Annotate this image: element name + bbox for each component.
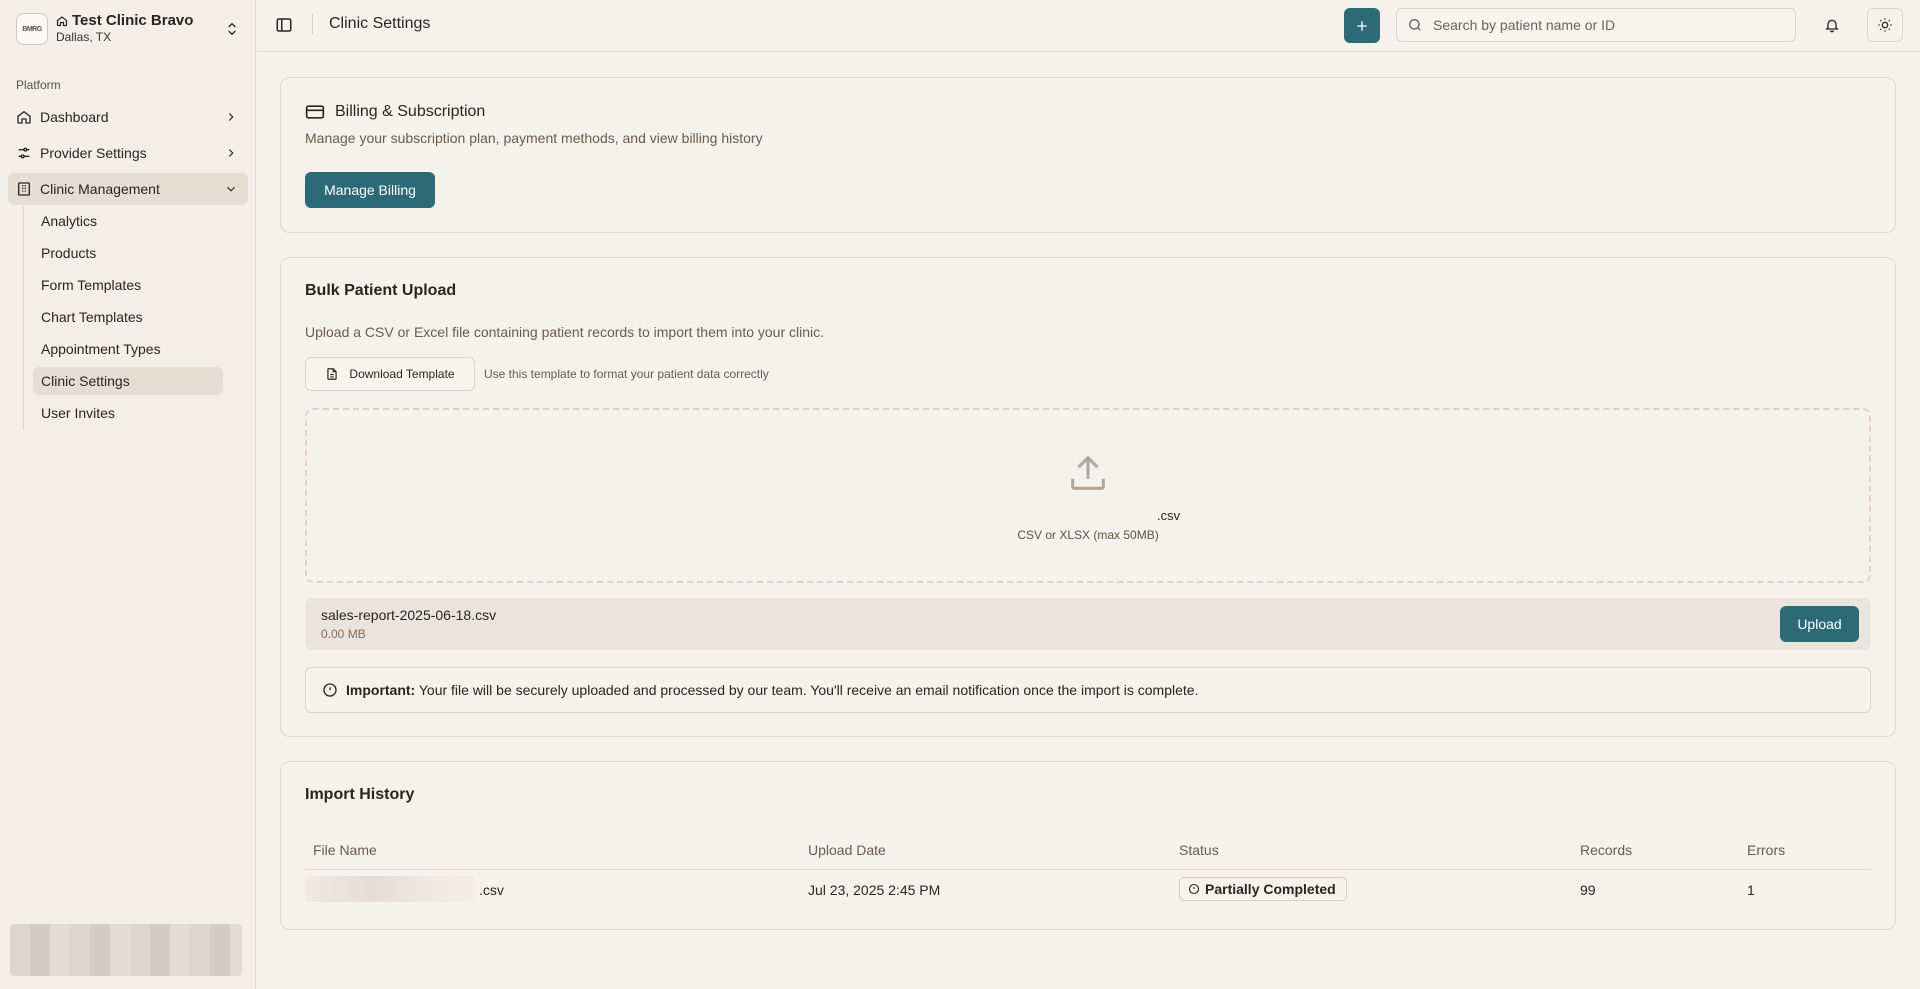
- selected-file-size: 0.00 MB: [321, 627, 366, 641]
- sidebar-item-provider-settings[interactable]: Provider Settings: [8, 137, 248, 169]
- subitem-label: User Invites: [41, 405, 115, 421]
- sidebar: BMRG Test Clinic Bravo Dallas, TX Platfo…: [0, 0, 256, 989]
- theme-toggle-button[interactable]: [1867, 8, 1903, 42]
- sidebar-subitem-products[interactable]: Products: [33, 239, 223, 267]
- column-header: File Name: [313, 842, 377, 858]
- subitem-label: Analytics: [41, 213, 98, 229]
- bulk-upload-title: Bulk Patient Upload: [305, 282, 457, 299]
- column-header: Upload Date: [808, 842, 886, 858]
- sidebar-item-label: Dashboard: [40, 109, 109, 125]
- billing-description: Manage your subscription plan, payment m…: [305, 130, 763, 146]
- subitem-label: Clinic Settings: [41, 373, 130, 389]
- column-header: Errors: [1747, 842, 1786, 858]
- sidebar-item-dashboard[interactable]: Dashboard: [8, 101, 248, 133]
- billing-card: Billing & Subscription Manage your subsc…: [280, 77, 1896, 233]
- sidebar-section-label: Platform: [16, 78, 61, 92]
- subitem-label: Form Templates: [41, 277, 142, 293]
- billing-title-row: Billing & Subscription: [305, 102, 485, 122]
- subitem-label: Products: [41, 245, 97, 261]
- notifications-button[interactable]: [1814, 8, 1850, 42]
- clinic-name: Test Clinic Bravo: [56, 12, 224, 29]
- sidebar-toggle-icon[interactable]: [275, 16, 293, 34]
- file-name-suffix: .csv: [479, 882, 504, 898]
- sidebar-item-clinic-management[interactable]: Clinic Management: [8, 173, 248, 205]
- sidebar-subitem-user-invites[interactable]: User Invites: [33, 399, 223, 427]
- table-row[interactable]: .csv Jul 23, 2025 2:45 PM Partially Comp…: [305, 870, 1871, 910]
- subitem-label: Appointment Types: [41, 341, 161, 357]
- chevron-right-icon: [228, 149, 234, 157]
- sidebar-item-label: Provider Settings: [40, 145, 147, 161]
- import-history-title: Import History: [305, 786, 415, 803]
- chevron-right-icon: [228, 113, 234, 121]
- import-history-table: File Name Upload Date Status Records Err…: [305, 830, 1871, 910]
- dropzone-hint: CSV or XLSX (max 50MB): [1017, 528, 1159, 542]
- status-badge: Partially Completed: [1179, 877, 1347, 901]
- sidebar-item-label: Clinic Management: [40, 181, 160, 197]
- home-icon: [56, 15, 68, 26]
- bulk-upload-card: Bulk Patient Upload Upload a CSV or Exce…: [280, 257, 1896, 737]
- sliders-icon: [18, 147, 30, 159]
- page-title: Clinic Settings: [329, 15, 431, 32]
- table-header: File Name Upload Date Status Records Err…: [305, 830, 1871, 870]
- plus-icon: [1357, 20, 1367, 31]
- file-text-icon: [327, 368, 338, 380]
- notice-label: Important:: [346, 682, 416, 698]
- download-template-button[interactable]: Download Template: [305, 357, 475, 391]
- top-header: Clinic Settings: [257, 0, 1920, 52]
- upload-date: Jul 23, 2025 2:45 PM: [808, 882, 941, 898]
- clinic-location: Dallas, TX: [56, 30, 112, 44]
- bell-icon: [1825, 19, 1839, 33]
- sidebar-subitem-chart-templates[interactable]: Chart Templates: [33, 303, 223, 331]
- header-divider: [312, 14, 313, 34]
- info-circle-icon: [1188, 883, 1200, 895]
- search-box[interactable]: [1396, 8, 1796, 42]
- sidebar-subitem-clinic-settings[interactable]: Clinic Settings: [33, 367, 223, 395]
- billing-title: Billing & Subscription: [335, 103, 486, 120]
- sidebar-subitem-analytics[interactable]: Analytics: [33, 207, 223, 235]
- column-header: Records: [1580, 842, 1633, 858]
- important-notice: Important: Your file will be securely up…: [305, 667, 1871, 713]
- user-profile-redacted[interactable]: [10, 924, 242, 976]
- building-icon: [18, 182, 30, 196]
- manage-billing-button[interactable]: Manage Billing: [305, 172, 435, 208]
- redacted-file-name: [305, 876, 475, 902]
- import-history-card: Import History File Name Upload Date Sta…: [280, 761, 1896, 930]
- download-template-label: Download Template: [349, 367, 455, 381]
- notice-text: Your file will be securely uploaded and …: [418, 682, 1199, 698]
- chevron-down-icon: [227, 186, 235, 192]
- clinic-logo: BMRG: [16, 13, 48, 45]
- status-text: Partially Completed: [1205, 881, 1336, 897]
- subitem-label: Chart Templates: [41, 309, 143, 325]
- add-button[interactable]: [1344, 8, 1380, 43]
- selected-file-row: sales-report-2025-06-18.csv 0.00 MB Uplo…: [305, 598, 1871, 650]
- sidebar-subitem-form-templates[interactable]: Form Templates: [33, 271, 223, 299]
- subnav-divider: [23, 206, 24, 430]
- selected-file-name: sales-report-2025-06-18.csv: [321, 607, 497, 623]
- records-count: 99: [1580, 882, 1596, 898]
- clinic-info: Test Clinic Bravo Dallas, TX: [56, 12, 224, 46]
- bulk-upload-description: Upload a CSV or Excel file containing pa…: [305, 324, 825, 340]
- upload-button[interactable]: Upload: [1780, 606, 1859, 642]
- credit-card-icon: [305, 105, 325, 119]
- clinic-name-text: Test Clinic Bravo: [72, 12, 194, 29]
- info-circle-icon: [323, 683, 337, 697]
- home-icon: [17, 110, 31, 124]
- chevrons-up-down-icon: [228, 22, 236, 36]
- template-hint: Use this template to format your patient…: [484, 367, 769, 381]
- search-input[interactable]: [1433, 17, 1795, 33]
- search-icon: [1409, 19, 1421, 31]
- clinic-switcher[interactable]: BMRG Test Clinic Bravo Dallas, TX: [8, 8, 248, 50]
- file-dropzone[interactable]: .csv CSV or XLSX (max 50MB): [305, 408, 1871, 583]
- sidebar-subitem-appointment-types[interactable]: Appointment Types: [33, 335, 223, 363]
- upload-icon: [1071, 455, 1105, 490]
- errors-count: 1: [1747, 882, 1755, 898]
- sun-icon: [1878, 18, 1892, 32]
- dropzone-filename-fragment: .csv: [1157, 508, 1181, 523]
- column-header: Status: [1179, 842, 1219, 858]
